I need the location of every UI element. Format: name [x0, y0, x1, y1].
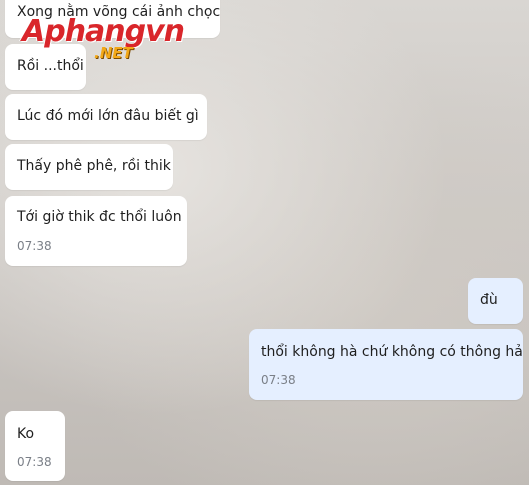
message-text: Lúc đó mới lớn đâu biết gì: [17, 108, 199, 124]
message-bubble-incoming[interactable]: Tới giờ thik đc thổi luôn 07:38: [5, 196, 187, 266]
message-text: Xong nằm võng cái ảnh chọc: [17, 4, 221, 20]
message-bubble-incoming[interactable]: Lúc đó mới lớn đâu biết gì: [5, 94, 207, 140]
message-timestamp: 07:38: [17, 239, 52, 253]
message-text: Thấy phê phê, rồi thik: [17, 158, 171, 174]
message-text: Ko: [17, 426, 35, 442]
message-timestamp: 07:38: [17, 455, 52, 469]
message-text: thổi không hà chứ không có thông hả: [261, 344, 523, 360]
chat-message-area: Xong nằm võng cái ảnh chọc Rồi ...thổi L…: [0, 0, 529, 485]
message-bubble-incoming[interactable]: Xong nằm võng cái ảnh chọc: [5, 0, 220, 38]
message-bubble-incoming[interactable]: Ko 07:38: [5, 411, 65, 481]
message-text: đù: [480, 292, 498, 308]
message-bubble-incoming[interactable]: Rồi ...thổi: [5, 44, 86, 90]
message-bubble-outgoing[interactable]: đù: [468, 278, 523, 324]
message-text: Rồi ...thổi: [17, 58, 84, 74]
message-bubble-outgoing[interactable]: thổi không hà chứ không có thông hả 07:3…: [249, 329, 523, 400]
message-text: Tới giờ thik đc thổi luôn: [17, 209, 182, 225]
message-timestamp: 07:38: [261, 373, 296, 387]
message-bubble-incoming[interactable]: Thấy phê phê, rồi thik: [5, 144, 173, 190]
